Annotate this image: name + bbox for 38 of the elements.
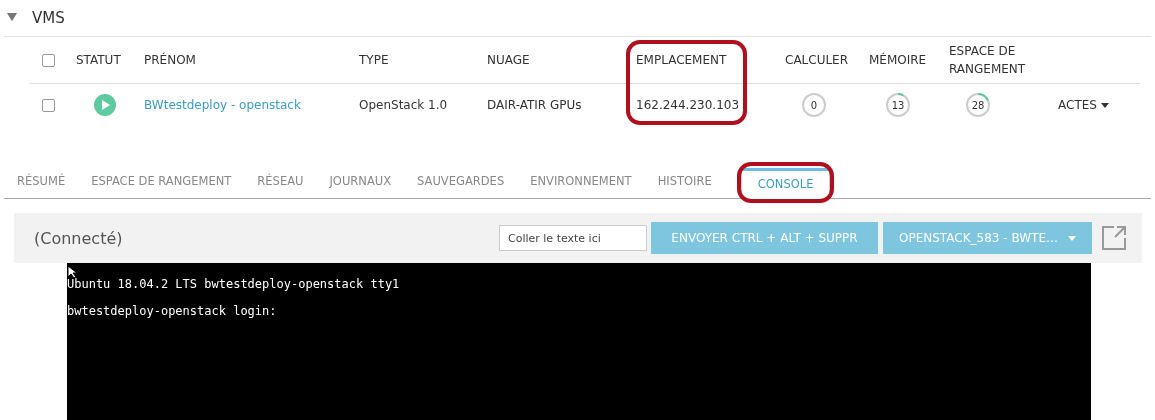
table-cell: DAIR-ATIR GPUs (487, 98, 582, 112)
column-header: STATUT (76, 53, 121, 67)
column-header: PRÉNOM (144, 53, 196, 67)
column-header: ESPACE DE RANGEMENT (949, 44, 1026, 76)
table-cell: 162.244.230.103 (636, 98, 740, 112)
console-target-dropdown[interactable]: OPENSTACK_583 - BWTE… (883, 222, 1092, 254)
tab[interactable]: ENVIRONNEMENT (517, 174, 645, 198)
paste-text-field[interactable]: Coller le texte ici (499, 225, 647, 251)
tab[interactable]: ESPACE DE RANGEMENT (78, 174, 245, 198)
section-title: VMS (32, 9, 65, 27)
usage-gauge: 13 (885, 92, 911, 118)
column-header: MÉMOIRE (869, 53, 927, 67)
usage-gauge: 0 (801, 92, 827, 118)
open-in-new-window-icon[interactable] (1100, 224, 1128, 252)
terminal-line: bwtestdeploy-openstack login: (67, 304, 278, 318)
send-ctrl-alt-del-button[interactable]: ENVOYER CTRL + ALT + SUPPR (651, 222, 878, 254)
column-header: CALCULER (785, 53, 849, 67)
tab[interactable]: SAUVEGARDES (404, 174, 518, 198)
row-checkbox[interactable] (42, 98, 55, 112)
terminal-line: Ubuntu 18.04.2 LTS bwtestdeploy-openstack tty1 (67, 277, 401, 291)
select-all-checkbox[interactable] (42, 53, 55, 67)
column-header: TYPE (359, 53, 389, 67)
usage-gauge: 28 (965, 92, 991, 118)
column-header: NUAGE (487, 53, 530, 67)
tab[interactable]: CONSOLE (740, 168, 831, 199)
vm-name-link[interactable]: BWtestdeploy - openstack (144, 98, 301, 112)
collapse-arrow-icon[interactable] (6, 13, 18, 23)
connection-status: (Connecté) (34, 228, 124, 248)
tab[interactable]: HISTOIRE (644, 174, 725, 198)
actions-dropdown[interactable]: ACTES (1058, 98, 1140, 112)
tab[interactable]: RÉSEAU (244, 174, 317, 198)
table-cell: OpenStack 1.0 (359, 98, 448, 112)
tab[interactable]: JOURNAUX (316, 174, 405, 198)
caret-icon (1067, 235, 1076, 241)
play-icon (94, 94, 116, 116)
tab[interactable]: RÉSUMÉ (4, 174, 79, 198)
caret-icon (1100, 102, 1109, 108)
column-header: EMPLACEMENT (636, 53, 727, 67)
